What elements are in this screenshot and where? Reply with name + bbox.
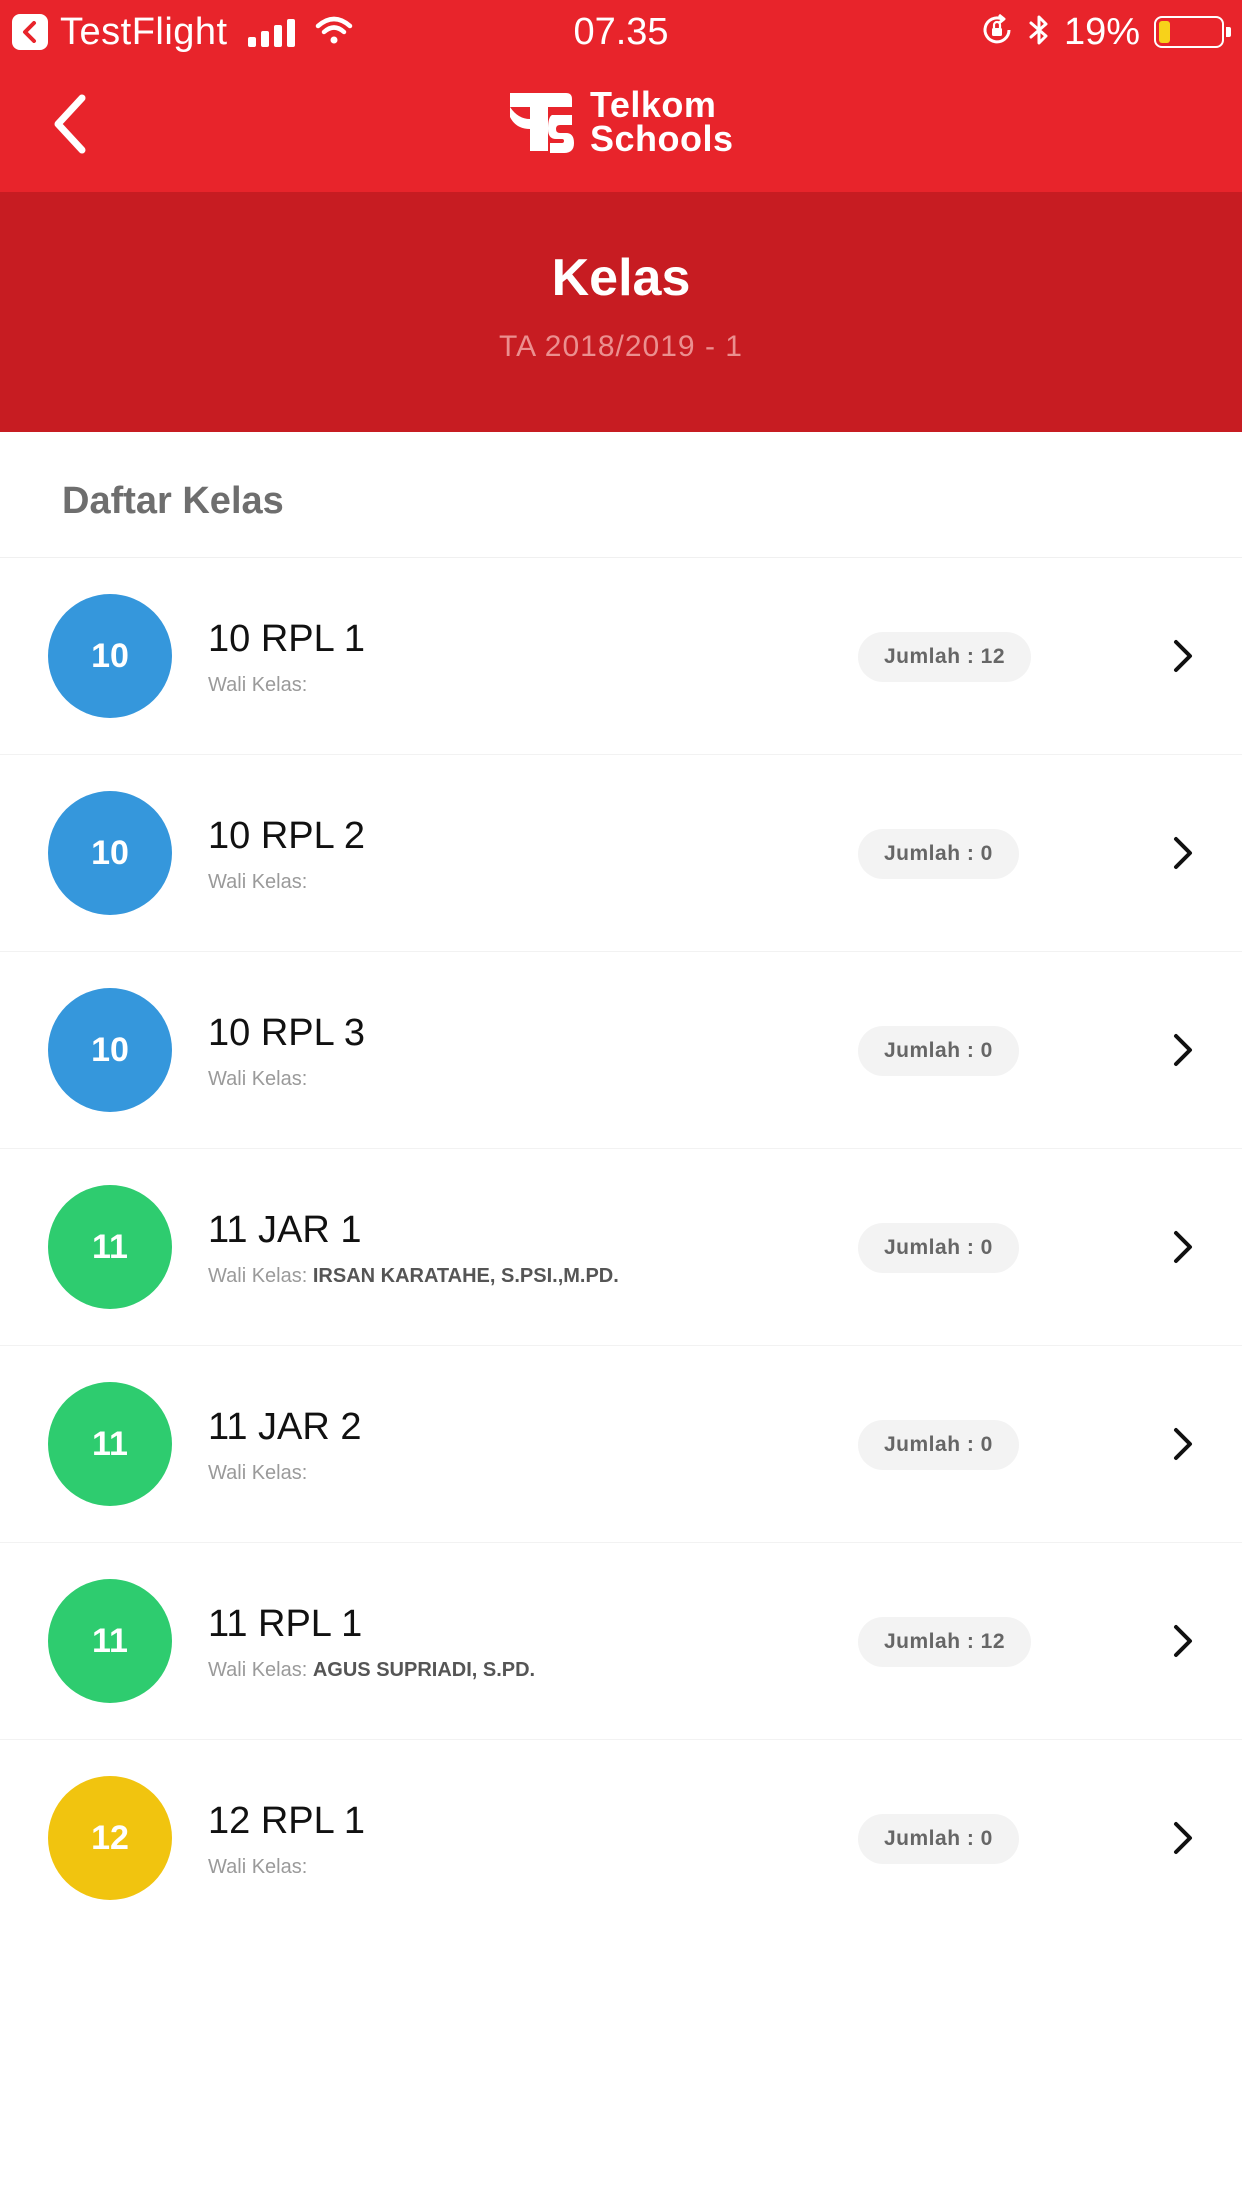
homeroom-teacher: Wali Kelas: bbox=[208, 1856, 307, 1879]
student-count-badge: Jumlah : 0 bbox=[858, 1223, 1019, 1273]
homeroom-label: Wali Kelas: bbox=[208, 674, 308, 696]
homeroom-teacher: Wali Kelas: bbox=[208, 1068, 307, 1091]
grade-badge: 11 bbox=[48, 1382, 172, 1506]
grade-badge: 10 bbox=[48, 594, 172, 718]
orientation-lock-icon bbox=[980, 13, 1014, 52]
student-count-badge: Jumlah : 0 bbox=[858, 1814, 1019, 1864]
homeroom-name: IRSAN KARATAHE, S.PSI.,M.PD. bbox=[312, 1265, 619, 1287]
status-bar: TestFlight 07.35 19% bbox=[0, 0, 1242, 64]
student-count-badge: Jumlah : 0 bbox=[858, 1420, 1019, 1470]
homeroom-teacher: Wali Kelas: bbox=[208, 674, 307, 697]
bluetooth-icon bbox=[1028, 13, 1050, 52]
navigation-bar: Telkom Schools bbox=[0, 64, 1242, 192]
class-row[interactable]: 10 10 RPL 1 Wali Kelas: Jumlah : 12 bbox=[0, 558, 1242, 755]
homeroom-label: Wali Kelas: bbox=[208, 1856, 308, 1878]
telkom-schools-logo-mark bbox=[510, 93, 574, 153]
homeroom-label: Wali Kelas: bbox=[208, 1068, 308, 1090]
class-row[interactable]: 11 11 RPL 1 Wali Kelas: AGUS SUPRIADI, S… bbox=[0, 1543, 1242, 1740]
homeroom-teacher: Wali Kelas: IRSAN KARATAHE, S.PSI.,M.PD. bbox=[208, 1265, 619, 1288]
chevron-right-icon bbox=[1168, 1818, 1198, 1858]
student-count-badge: Jumlah : 0 bbox=[858, 829, 1019, 879]
chevron-right-icon bbox=[1168, 1621, 1198, 1661]
chevron-right-icon bbox=[1168, 1227, 1198, 1267]
grade-badge: 10 bbox=[48, 988, 172, 1112]
top-bar: TestFlight 07.35 19% Telkom Schools bbox=[0, 0, 1242, 192]
student-count-badge: Jumlah : 12 bbox=[858, 1617, 1032, 1667]
student-count-badge: Jumlah : 12 bbox=[858, 632, 1032, 682]
battery-icon bbox=[1154, 16, 1231, 48]
chevron-right-icon bbox=[1168, 636, 1198, 676]
status-right: 19% bbox=[980, 8, 1231, 56]
chevron-right-icon bbox=[1168, 1030, 1198, 1070]
grade-badge: 11 bbox=[48, 1579, 172, 1703]
brand-line-2: Schools bbox=[590, 118, 734, 159]
section-title: Daftar Kelas bbox=[62, 480, 284, 522]
homeroom-name: AGUS SUPRIADI, S.PD. bbox=[312, 1659, 536, 1681]
homeroom-teacher: Wali Kelas: bbox=[208, 1462, 307, 1485]
homeroom-label: Wali Kelas: bbox=[208, 871, 308, 893]
student-count-badge: Jumlah : 0 bbox=[858, 1026, 1019, 1076]
grade-badge: 11 bbox=[48, 1185, 172, 1309]
telkom-schools-logo: Telkom Schools bbox=[508, 84, 734, 160]
class-name: 11 JAR 2 bbox=[208, 1406, 362, 1448]
chevron-left-icon bbox=[54, 94, 86, 154]
homeroom-teacher: Wali Kelas: AGUS SUPRIADI, S.PD. bbox=[208, 1659, 535, 1682]
grade-badge: 10 bbox=[48, 791, 172, 915]
class-row[interactable]: 11 11 JAR 2 Wali Kelas: Jumlah : 0 bbox=[0, 1346, 1242, 1543]
class-name: 12 RPL 1 bbox=[208, 1800, 366, 1842]
homeroom-label: Wali Kelas: bbox=[208, 1265, 308, 1287]
page-title: Kelas bbox=[551, 249, 691, 307]
homeroom-label: Wali Kelas: bbox=[208, 1462, 308, 1484]
grade-badge: 12 bbox=[48, 1776, 172, 1900]
battery-percent: 19% bbox=[1063, 10, 1140, 53]
homeroom-teacher: Wali Kelas: bbox=[208, 871, 307, 894]
homeroom-label: Wali Kelas: bbox=[208, 1659, 308, 1681]
academic-year: TA 2018/2019 - 1 bbox=[499, 330, 743, 363]
app-screen: TestFlight 07.35 19% Telkom Schools Kela… bbox=[0, 0, 1242, 2208]
brand-line-1: Telkom bbox=[590, 84, 717, 125]
class-row[interactable]: 10 10 RPL 3 Wali Kelas: Jumlah : 0 bbox=[0, 952, 1242, 1149]
class-row[interactable]: 11 11 JAR 1 Wali Kelas: IRSAN KARATAHE, … bbox=[0, 1149, 1242, 1346]
class-name: 10 RPL 1 bbox=[208, 618, 366, 660]
page-header: Kelas TA 2018/2019 - 1 bbox=[0, 192, 1242, 432]
class-name: 11 JAR 1 bbox=[208, 1209, 362, 1251]
class-list: 10 10 RPL 1 Wali Kelas: Jumlah : 12 10 1… bbox=[0, 558, 1242, 1937]
back-button[interactable] bbox=[30, 84, 110, 164]
class-name: 11 RPL 1 bbox=[208, 1603, 363, 1645]
chevron-right-icon bbox=[1168, 1424, 1198, 1464]
battery-level bbox=[1159, 21, 1170, 43]
class-row[interactable]: 10 10 RPL 2 Wali Kelas: Jumlah : 0 bbox=[0, 755, 1242, 952]
brand-name: Telkom Schools bbox=[590, 84, 734, 159]
class-name: 10 RPL 2 bbox=[208, 815, 366, 857]
chevron-right-icon bbox=[1168, 833, 1198, 873]
class-name: 10 RPL 3 bbox=[208, 1012, 366, 1054]
class-row[interactable]: 12 12 RPL 1 Wali Kelas: Jumlah : 0 bbox=[0, 1740, 1242, 1937]
